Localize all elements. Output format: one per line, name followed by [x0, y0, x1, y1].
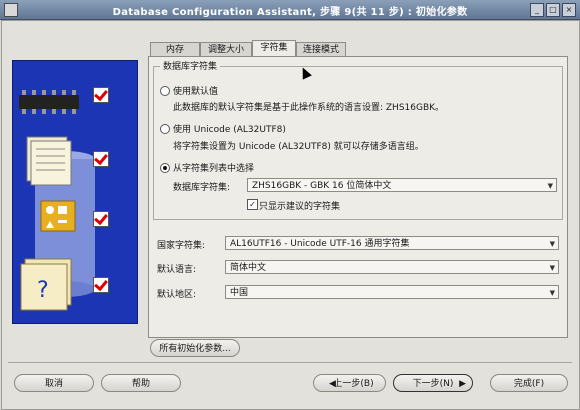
next-button-label: 下一步(N) — [412, 379, 454, 389]
tab-sizing[interactable]: 调整大小 — [200, 42, 252, 57]
national-charset-select[interactable]: AL16UTF16 - Unicode UTF-16 通用字符集 ▼ — [225, 236, 559, 250]
back-button-label: 上一步(B) — [333, 379, 374, 389]
svg-text:?: ? — [37, 278, 49, 303]
use-unicode-label[interactable]: 使用 Unicode (AL32UTF8) — [173, 122, 286, 135]
national-charset-label: 国家字符集: — [157, 241, 206, 251]
button-separator — [8, 362, 572, 363]
all-init-params-button[interactable]: 所有初始化参数... — [150, 339, 240, 357]
forward-arrow-icon: ▶ — [459, 379, 466, 389]
db-charset-value: ZHS16GBK - GBK 16 位简体中文 — [252, 181, 392, 191]
step-complete-check-icon — [93, 211, 109, 227]
db-charset-label: 数据库字符集: — [173, 183, 231, 193]
step-complete-check-icon — [93, 87, 109, 103]
chevron-down-icon: ▼ — [549, 240, 555, 248]
back-button[interactable]: ◀ 上一步(B) — [313, 374, 386, 392]
default-language-label: 默认语言: — [157, 265, 197, 275]
tab-connection-mode[interactable]: 连接模式 — [296, 42, 346, 57]
radio-choose-from-list[interactable] — [160, 163, 170, 173]
charset-group-label: 数据库字符集 — [160, 59, 221, 72]
database-illustration-icon: ? — [19, 90, 95, 311]
step-complete-check-icon — [93, 277, 109, 293]
show-recommended-checkbox[interactable]: ✓ — [247, 199, 258, 210]
national-charset-value: AL16UTF16 - Unicode UTF-16 通用字符集 — [230, 239, 410, 249]
db-charset-select[interactable]: ZHS16GBK - GBK 16 位简体中文 ▼ — [247, 178, 557, 192]
cancel-button[interactable]: 取消 — [14, 374, 94, 392]
radio-use-default[interactable] — [160, 86, 170, 96]
back-arrow-icon: ◀ — [329, 379, 336, 389]
show-recommended-label[interactable]: 只显示建议的字符集 — [259, 199, 340, 212]
window-title: Database Configuration Assistant, 步骤 9(共… — [112, 7, 468, 18]
chevron-down-icon: ▼ — [547, 182, 553, 190]
default-language-value: 简体中文 — [230, 263, 267, 273]
step-complete-check-icon — [93, 151, 109, 167]
chevron-down-icon: ▼ — [549, 289, 555, 297]
default-territory-label: 默认地区: — [157, 290, 197, 300]
maximize-icon[interactable]: □ — [546, 3, 560, 17]
minimize-icon[interactable]: _ — [530, 3, 544, 17]
choose-from-list-label[interactable]: 从字符集列表中选择 — [173, 161, 254, 174]
finish-button[interactable]: 完成(F) — [490, 374, 568, 392]
default-language-select[interactable]: 简体中文 ▼ — [225, 260, 559, 274]
close-icon[interactable]: × — [562, 3, 576, 17]
help-button[interactable]: 帮助 — [101, 374, 181, 392]
default-territory-select[interactable]: 中国 ▼ — [225, 285, 559, 299]
use-default-label[interactable]: 使用默认值 — [173, 84, 218, 97]
chevron-down-icon: ▼ — [549, 264, 555, 272]
next-button[interactable]: 下一步(N) ▶ — [393, 374, 473, 392]
radio-use-unicode[interactable] — [160, 124, 170, 134]
title-bar: Database Configuration Assistant, 步骤 9(共… — [0, 0, 580, 20]
use-default-description: 此数据库的默认字符集是基于此操作系统的语言设置: ZHS16GBK。 — [173, 103, 445, 113]
use-unicode-description: 将字符集设置为 Unicode (AL32UTF8) 就可以存储多语言组。 — [173, 142, 424, 152]
tab-memory[interactable]: 内存 — [150, 42, 200, 57]
wizard-illustration: ? — [12, 60, 138, 324]
default-territory-value: 中国 — [230, 288, 249, 298]
